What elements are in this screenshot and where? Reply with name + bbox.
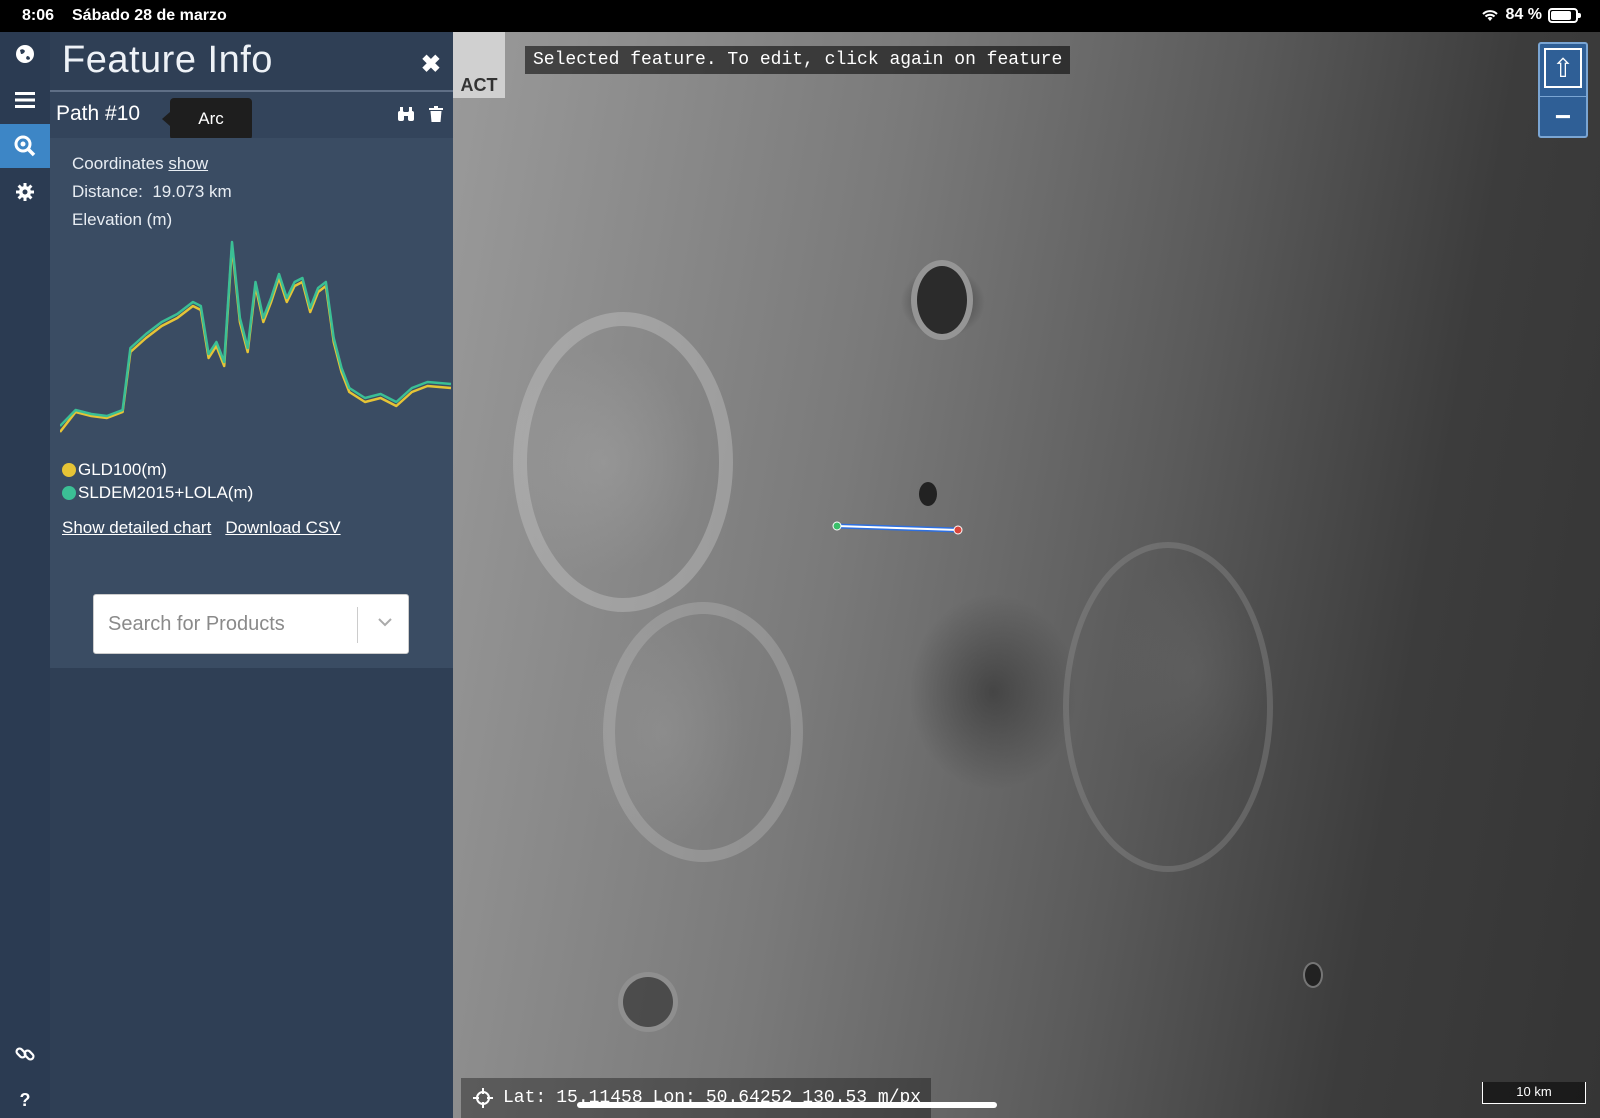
lunar-map[interactable]: ACT Selected feature. To edit, click aga…	[453, 32, 1600, 1118]
binoculars-icon[interactable]	[397, 106, 415, 122]
series-line-0	[60, 244, 452, 433]
selected-path[interactable]	[453, 32, 1600, 1118]
elevation-chart[interactable]	[60, 234, 453, 456]
close-icon[interactable]: ✖	[421, 50, 441, 79]
map-controls: ⇧ −	[1538, 42, 1588, 138]
status-time: 8:06	[22, 7, 55, 24]
help-icon[interactable]: ?	[0, 1078, 50, 1118]
trash-icon[interactable]	[429, 106, 443, 122]
legend-dot-gld100	[62, 463, 76, 477]
legend-item-sldem: SLDEM2015+LOLA(m)	[62, 483, 253, 503]
legend-item-gld100: GLD100(m)	[62, 460, 167, 480]
series-line-1	[60, 240, 452, 427]
path-tools	[397, 106, 443, 122]
feature-info-panel: Feature Info ✖ Path #10 Arc Coordinates …	[50, 32, 453, 1118]
scale-bar: 10 km	[1482, 1082, 1586, 1104]
globe-icon[interactable]	[0, 32, 50, 76]
panel-title: Feature Info	[62, 39, 273, 81]
status-bar: 8:06 Sábado 28 de marzo 84 %	[0, 0, 1600, 32]
coordinates-label: Coordinates	[72, 154, 164, 173]
home-icon[interactable]: ⇧	[1544, 48, 1582, 88]
panel-header: Feature Info ✖	[50, 32, 453, 90]
legend-label-gld100: GLD100(m)	[78, 460, 167, 479]
distance-label: Distance:	[72, 182, 143, 201]
wifi-icon	[1481, 10, 1498, 21]
status-date: Sábado 28 de marzo	[72, 7, 227, 24]
gear-icon[interactable]	[0, 170, 50, 214]
battery-percent: 84 %	[1505, 6, 1542, 23]
zoom-out-button[interactable]: −	[1540, 96, 1586, 136]
crosshair-icon[interactable]	[473, 1088, 493, 1108]
legend-label-sldem: SLDEM2015+LOLA(m)	[78, 483, 254, 502]
act-logo: ACT	[453, 32, 505, 98]
path-name[interactable]: Path #10	[56, 102, 140, 126]
chart-links: Show detailed chart Download CSV	[62, 518, 341, 538]
home-indicator[interactable]	[577, 1102, 997, 1108]
elevation-label: Elevation (m)	[72, 210, 173, 229]
path-row: Path #10 Arc	[50, 92, 453, 140]
tooltip: Arc	[162, 98, 252, 140]
search-zoom-icon[interactable]	[0, 124, 50, 168]
logo-text: ACT	[460, 75, 498, 95]
tool-rail: ?	[0, 32, 50, 1118]
status-right: 84 %	[1480, 6, 1581, 24]
coordinates-line: Coordinates show	[72, 154, 208, 174]
coordinates-show-link[interactable]: show	[168, 154, 208, 173]
search-placeholder: Search for Products	[108, 613, 285, 635]
menu-icon[interactable]	[0, 78, 50, 122]
link-icon[interactable]	[0, 1032, 50, 1076]
show-detailed-chart-link[interactable]: Show detailed chart	[62, 518, 211, 538]
battery-icon	[1548, 7, 1581, 23]
product-search-input[interactable]: Search for Products	[93, 594, 409, 654]
chevron-down-icon[interactable]	[378, 611, 392, 632]
lat-label: Lat:	[503, 1088, 547, 1108]
search-separator	[357, 607, 358, 643]
help-label: ?	[19, 1089, 31, 1110]
selection-banner: Selected feature. To edit, click again o…	[525, 46, 1071, 74]
distance-value: 19.073 km	[152, 182, 232, 201]
tooltip-text: Arc	[198, 109, 224, 128]
download-csv-link[interactable]: Download CSV	[225, 518, 340, 538]
product-search-area: Search for Products	[50, 584, 453, 668]
feature-details: Coordinates show Distance: 19.073 km Ele…	[50, 138, 453, 584]
legend-dot-sldem	[62, 486, 76, 500]
distance-line: Distance: 19.073 km	[72, 182, 232, 202]
coordinate-readout: Lat: 15.11458 Lon: 50.64252 130.53 m/px	[461, 1078, 931, 1118]
